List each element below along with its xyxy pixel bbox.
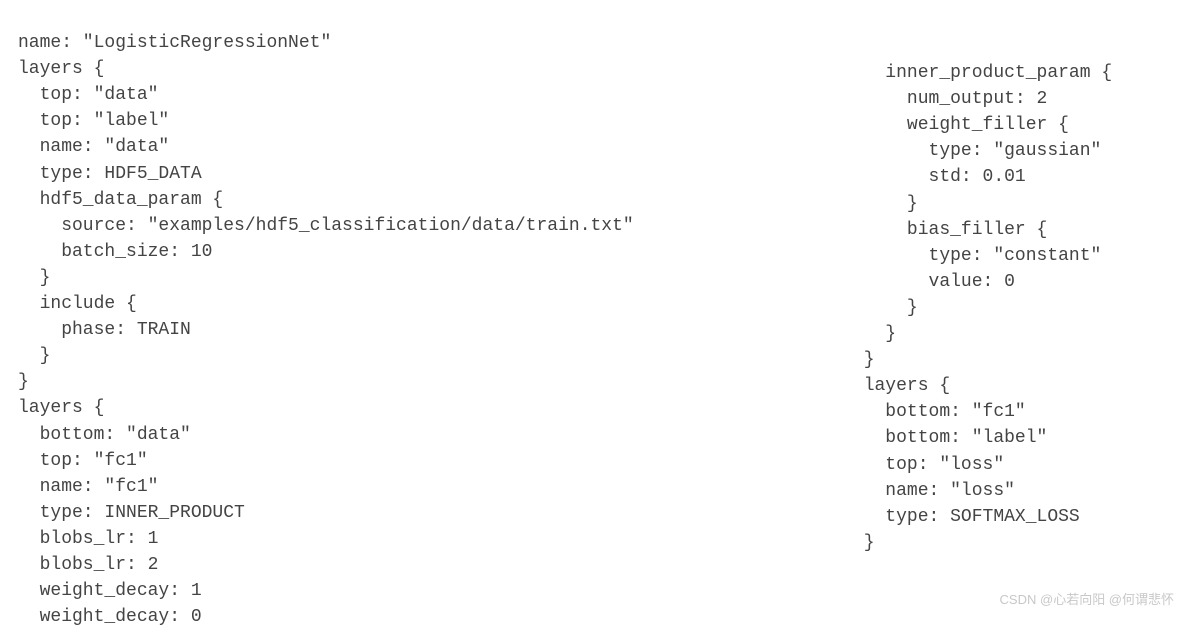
code-line: name: "data" (18, 137, 169, 157)
code-line: value: 0 (864, 272, 1015, 292)
code-line: type: "gaussian" (864, 141, 1102, 161)
code-line: } (864, 324, 896, 344)
code-line: num_output: 2 (864, 89, 1048, 109)
code-line: top: "loss" (864, 455, 1004, 475)
code-line: } (18, 268, 50, 288)
code-line: hdf5_data_param { (18, 190, 223, 210)
code-line: weight_filler { (864, 115, 1069, 135)
code-line: blobs_lr: 1 (18, 529, 158, 549)
code-column-right: inner_product_param { num_output: 2 weig… (634, 4, 1112, 630)
code-line: bias_filler { (864, 220, 1048, 240)
code-line: } (864, 194, 918, 214)
watermark-text: CSDN @心若向阳 @何谓悲怀 (1000, 591, 1174, 610)
code-container: name: "LogisticRegressionNet" layers { t… (0, 0, 1184, 634)
code-line: include { (18, 294, 137, 314)
code-line: } (18, 346, 50, 366)
code-line: type: INNER_PRODUCT (18, 503, 245, 523)
code-line: top: "label" (18, 111, 169, 131)
code-line: bottom: "data" (18, 425, 191, 445)
code-line: blobs_lr: 2 (18, 555, 158, 575)
code-line: type: "constant" (864, 246, 1102, 266)
code-line: } (18, 372, 29, 392)
code-line: layers { (864, 376, 950, 396)
code-line: top: "data" (18, 85, 158, 105)
code-line: } (864, 350, 875, 370)
code-line: type: SOFTMAX_LOSS (864, 507, 1080, 527)
code-line: top: "fc1" (18, 451, 148, 471)
code-line: std: 0.01 (864, 167, 1026, 187)
code-line: name: "loss" (864, 481, 1015, 501)
code-line: layers { (18, 398, 104, 418)
code-line: } (864, 533, 875, 553)
code-line: type: HDF5_DATA (18, 164, 202, 184)
code-line: weight_decay: 1 (18, 581, 202, 601)
code-line: layers { (18, 59, 104, 79)
code-line: } (864, 298, 918, 318)
code-line: weight_decay: 0 (18, 607, 202, 627)
code-line: name: "LogisticRegressionNet" (18, 33, 331, 53)
code-line: bottom: "label" (864, 428, 1048, 448)
code-line: name: "fc1" (18, 477, 158, 497)
code-line: source: "examples/hdf5_classification/da… (18, 216, 634, 236)
code-line: phase: TRAIN (18, 320, 191, 340)
code-column-left: name: "LogisticRegressionNet" layers { t… (10, 4, 634, 630)
code-line: inner_product_param { (864, 63, 1112, 83)
code-line: bottom: "fc1" (864, 402, 1026, 422)
code-line: batch_size: 10 (18, 242, 212, 262)
